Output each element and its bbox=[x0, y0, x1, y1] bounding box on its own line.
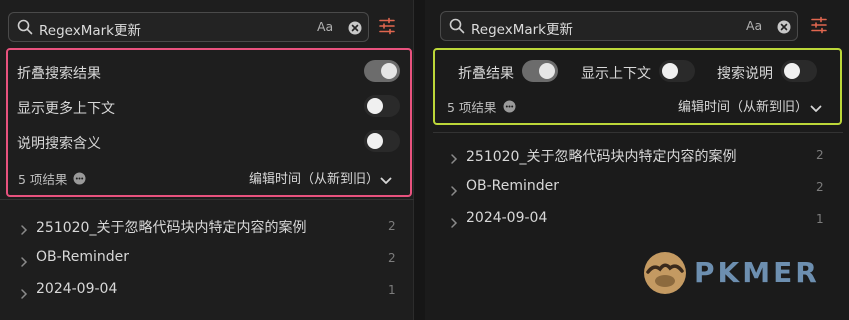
chevron-right-icon[interactable] bbox=[450, 214, 458, 233]
chevron-right-icon[interactable] bbox=[20, 285, 28, 304]
results-divider bbox=[0, 199, 414, 200]
option-collapse-results-label: 折叠结果 bbox=[458, 66, 514, 82]
match-count: 2 bbox=[816, 148, 824, 162]
result-count: 5 项结果 bbox=[18, 172, 68, 187]
result-item[interactable]: 2024-09-04 1 bbox=[450, 208, 830, 232]
match-case-button[interactable]: Aa bbox=[746, 18, 762, 33]
search-query[interactable]: RegexMark更新 bbox=[39, 19, 141, 39]
result-item[interactable]: 2024-09-04 1 bbox=[20, 279, 400, 303]
collapse-results-toggle[interactable] bbox=[522, 60, 558, 82]
result-title[interactable]: 251020_关于忽略代码块内特定内容的案例 bbox=[466, 146, 736, 166]
match-count: 2 bbox=[816, 180, 824, 194]
match-count: 1 bbox=[816, 212, 824, 226]
result-item[interactable]: 251020_关于忽略代码块内特定内容的案例 2 bbox=[20, 215, 400, 239]
sort-order-dropdown[interactable]: 编辑时间（从新到旧） bbox=[678, 96, 808, 115]
search-settings-icon[interactable] bbox=[378, 17, 396, 39]
chevron-right-icon[interactable] bbox=[450, 182, 458, 201]
chevron-right-icon[interactable] bbox=[20, 221, 28, 240]
search-icon bbox=[449, 18, 465, 38]
collapse-results-toggle[interactable] bbox=[364, 60, 400, 82]
match-count: 1 bbox=[388, 283, 396, 297]
search-icon bbox=[17, 19, 33, 39]
pkmer-watermark: PKMER bbox=[694, 256, 820, 289]
explain-search-toggle[interactable] bbox=[781, 60, 817, 82]
search-query[interactable]: RegexMark更新 bbox=[471, 18, 573, 38]
match-count: 2 bbox=[388, 251, 396, 265]
left-search-pane: RegexMark更新 Aa 折叠搜索结果 显示更多上下文 说明搜索含义 5 项… bbox=[0, 0, 414, 320]
result-count: 5 项结果 bbox=[447, 100, 497, 115]
result-item[interactable]: OB-Reminder 2 bbox=[20, 247, 400, 271]
chevron-down-icon[interactable] bbox=[380, 171, 392, 190]
option-collapse-results-label: 折叠搜索结果 bbox=[17, 66, 101, 82]
show-more-context-toggle[interactable] bbox=[364, 95, 400, 117]
chevron-right-icon[interactable] bbox=[20, 253, 28, 272]
clear-search-icon[interactable] bbox=[348, 20, 362, 39]
search-settings-icon[interactable] bbox=[810, 16, 828, 38]
chevron-down-icon[interactable] bbox=[810, 99, 822, 118]
match-case-button[interactable]: Aa bbox=[317, 19, 333, 34]
pkmer-logo-icon bbox=[642, 250, 688, 300]
search-input[interactable]: RegexMark更新 Aa bbox=[8, 12, 369, 42]
chevron-right-icon[interactable] bbox=[450, 150, 458, 169]
show-context-toggle[interactable] bbox=[659, 60, 695, 82]
result-title[interactable]: 2024-09-04 bbox=[36, 281, 117, 297]
explain-search-toggle[interactable] bbox=[364, 130, 400, 152]
results-divider bbox=[433, 132, 843, 133]
search-input[interactable]: RegexMark更新 Aa bbox=[440, 11, 798, 41]
option-explain-search-label: 说明搜索含义 bbox=[17, 136, 101, 152]
result-title[interactable]: OB-Reminder bbox=[466, 178, 559, 194]
option-explain-search-label: 搜索说明 bbox=[717, 66, 773, 82]
match-count: 2 bbox=[388, 219, 396, 233]
more-options-icon[interactable] bbox=[73, 170, 86, 189]
option-show-more-context-label: 显示更多上下文 bbox=[17, 101, 115, 117]
option-show-context-label: 显示上下文 bbox=[581, 66, 651, 82]
clear-search-icon[interactable] bbox=[777, 19, 791, 38]
result-title[interactable]: 251020_关于忽略代码块内特定内容的案例 bbox=[36, 217, 306, 237]
more-options-icon[interactable] bbox=[503, 98, 516, 117]
result-title[interactable]: OB-Reminder bbox=[36, 249, 129, 265]
result-title[interactable]: 2024-09-04 bbox=[466, 210, 547, 226]
result-item[interactable]: 251020_关于忽略代码块内特定内容的案例 2 bbox=[450, 144, 830, 168]
result-item[interactable]: OB-Reminder 2 bbox=[450, 176, 830, 200]
sort-order-dropdown[interactable]: 编辑时间（从新到旧） bbox=[249, 168, 379, 187]
